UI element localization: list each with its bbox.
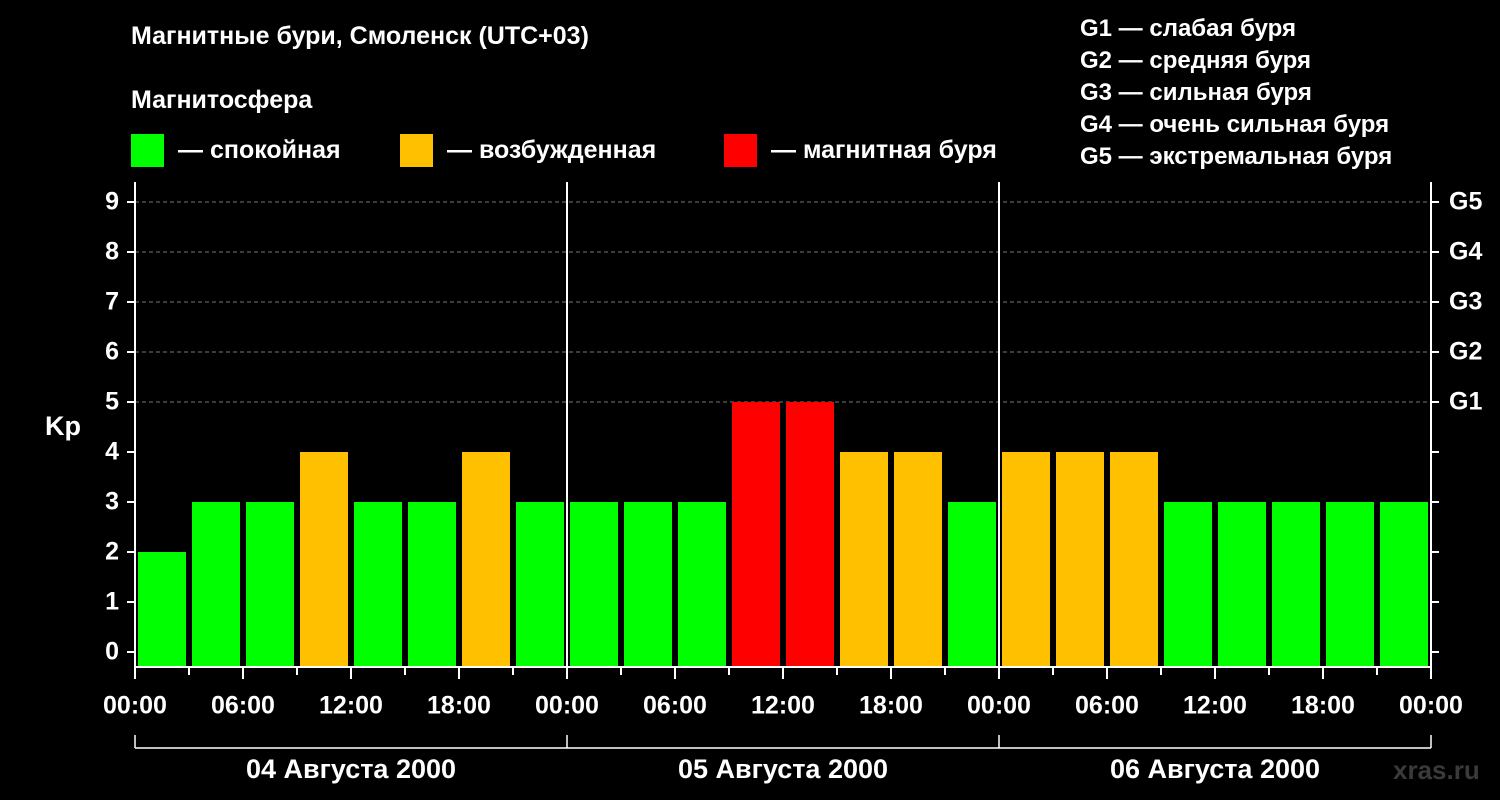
bar	[1272, 502, 1320, 667]
day-label: 04 Августа 2000	[246, 754, 456, 784]
x-tick-label: 00:00	[967, 692, 1031, 720]
bar	[300, 452, 348, 667]
day-label: 06 Августа 2000	[1110, 754, 1320, 784]
bar	[624, 502, 672, 667]
bar	[1110, 452, 1158, 667]
x-tick-label: 12:00	[1183, 692, 1247, 720]
x-tick-label: 06:00	[211, 692, 275, 720]
bar	[570, 502, 618, 667]
y-tick-label: 0	[105, 638, 119, 666]
y-tick-label: 4	[105, 438, 119, 466]
x-tick-label: 12:00	[319, 692, 383, 720]
x-tick-label: 18:00	[859, 692, 923, 720]
bar	[192, 502, 240, 667]
x-tick-label: 00:00	[535, 692, 599, 720]
x-tick-label: 06:00	[643, 692, 707, 720]
y-tick-label: 5	[105, 388, 119, 416]
g-tick-label: G1	[1449, 388, 1482, 416]
bar	[894, 452, 942, 667]
g-tick-label: G5	[1449, 188, 1482, 216]
g-tick-label: G4	[1449, 238, 1482, 266]
bar	[948, 502, 996, 667]
day-label: 05 Августа 2000	[678, 754, 888, 784]
bar	[732, 402, 780, 667]
bar	[786, 402, 834, 667]
bar	[138, 552, 186, 667]
x-tick-label: 06:00	[1075, 692, 1139, 720]
bar	[246, 502, 294, 667]
x-tick-label: 00:00	[1399, 692, 1463, 720]
y-axis-label: Kp	[45, 411, 81, 441]
kp-bar-chart: 0 1 2 3 4 5 6 7 8 9 G1 G2 G3 G4 G5 Kp 00:00 06:00 12:00 18:…	[45, 182, 1482, 784]
y-tick-label: 1	[105, 588, 119, 616]
bar	[354, 502, 402, 667]
bar	[462, 452, 510, 667]
x-tick-label: 00:00	[103, 692, 167, 720]
x-tick-label: 12:00	[751, 692, 815, 720]
bar	[1326, 502, 1374, 667]
g-tick-label: G3	[1449, 288, 1482, 316]
y-tick-label: 7	[105, 288, 119, 316]
bar	[516, 502, 564, 667]
y-tick-label: 8	[105, 238, 119, 266]
bar	[1164, 502, 1212, 667]
y-tick-label: 9	[105, 188, 119, 216]
bar	[1002, 452, 1050, 667]
y-tick-label: 2	[105, 538, 119, 566]
y-tick-label: 3	[105, 488, 119, 516]
bar	[840, 452, 888, 667]
bar	[1218, 502, 1266, 667]
x-tick-label: 18:00	[427, 692, 491, 720]
bar	[408, 502, 456, 667]
y-tick-label: 6	[105, 338, 119, 366]
bar	[678, 502, 726, 667]
x-tick-label: 18:00	[1291, 692, 1355, 720]
bar	[1056, 452, 1104, 667]
g-tick-label: G2	[1449, 338, 1482, 366]
bar	[1380, 502, 1428, 667]
watermark: xras.ru	[1393, 755, 1480, 785]
